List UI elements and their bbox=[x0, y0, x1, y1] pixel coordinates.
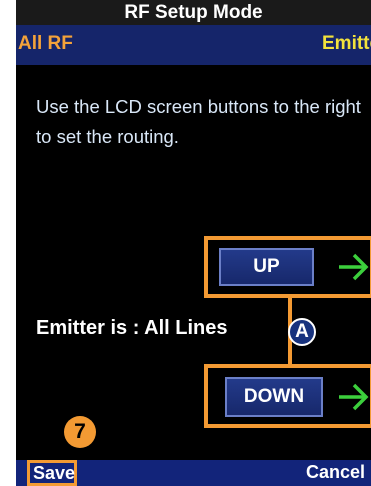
cancel-button[interactable]: Cancel bbox=[306, 460, 365, 486]
arrow-right-icon bbox=[339, 253, 369, 281]
page-title: RF Setup Mode bbox=[16, 0, 371, 25]
header-right-label: Emitter bbox=[322, 33, 371, 54]
arrow-right-icon bbox=[339, 383, 369, 411]
status-text: Emitter is : All Lines bbox=[36, 317, 228, 339]
down-button[interactable]: DOWN bbox=[225, 377, 323, 417]
lcd-screen: RF Setup Mode All RF Emitter Use the LCD… bbox=[16, 0, 371, 486]
callout-a: A bbox=[288, 318, 316, 346]
header-left-label: All RF bbox=[18, 33, 73, 54]
up-button[interactable]: UP bbox=[219, 248, 314, 286]
save-button[interactable]: Save bbox=[27, 460, 77, 486]
softkey-bar: Save Cancel bbox=[16, 460, 371, 486]
header-bar: All RF Emitter bbox=[16, 25, 371, 65]
device-bezel bbox=[0, 0, 16, 486]
instruction-text: Use the LCD screen buttons to the right … bbox=[36, 96, 361, 147]
callout-7: 7 bbox=[64, 416, 96, 448]
